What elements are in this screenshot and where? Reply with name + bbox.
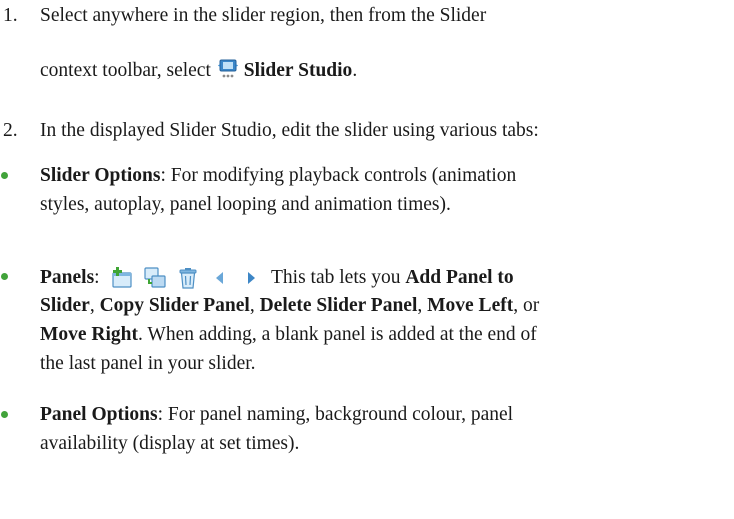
slider-studio-icon xyxy=(216,57,240,81)
tab-description-line-2: availability (display at set times). xyxy=(40,433,300,454)
punctuation: . xyxy=(352,60,358,81)
add-panel-icon xyxy=(110,266,134,296)
punctuation: : xyxy=(94,267,100,288)
punctuation: , xyxy=(249,295,255,316)
punctuation: , or xyxy=(513,295,540,316)
tab-description: This tab lets you xyxy=(271,267,401,288)
bullet xyxy=(1,172,8,179)
action-add-panel: Add Panel to xyxy=(405,267,514,288)
action-move-right: Move Right xyxy=(40,324,139,345)
bullet xyxy=(1,411,8,418)
step-text: In the displayed Slider Studio, edit the… xyxy=(40,120,539,141)
action-delete-panel: Delete Slider Panel xyxy=(259,295,418,316)
bullet-line-1: Panels: This tab lets you Add Panel to xyxy=(40,266,514,289)
tab-description: . When adding, a blank panel is added at… xyxy=(138,324,537,345)
step-number: 1. xyxy=(3,5,18,26)
tab-title: Slider Options xyxy=(40,165,161,186)
punctuation: , xyxy=(89,295,95,316)
tab-description-line-2: styles, autoplay, panel looping and anim… xyxy=(40,194,451,215)
panel-toolbar xyxy=(110,266,262,296)
tab-title: Panels xyxy=(40,267,95,288)
step-text: Select anywhere in the slider region, th… xyxy=(40,5,487,26)
move-right-icon xyxy=(240,266,262,296)
help-document: 1. Select anywhere in the slider region,… xyxy=(0,0,734,519)
tab-description: : For panel naming, background colour, p… xyxy=(157,404,514,425)
punctuation: , xyxy=(417,295,423,316)
step-text: context toolbar, select xyxy=(40,60,211,81)
move-left-icon xyxy=(209,266,231,296)
delete-panel-icon xyxy=(176,266,200,296)
copy-panel-icon xyxy=(143,266,167,296)
action-copy-panel: Copy Slider Panel xyxy=(99,295,250,316)
step-text-line-2: context toolbar, select Slider Studio. xyxy=(40,57,358,81)
action-add-panel-cont: Slider xyxy=(40,295,90,316)
bullet xyxy=(1,273,8,280)
bullet-line-1: Slider Options: For modifying playback c… xyxy=(40,165,516,187)
bullet-line-3: Move Right. When adding, a blank panel i… xyxy=(40,324,537,346)
tab-description: : For modifying playback controls (anima… xyxy=(160,165,517,186)
slider-studio-label: Slider Studio xyxy=(243,60,353,81)
tab-description-line-4: the last panel in your slider. xyxy=(40,353,256,374)
action-move-left: Move Left xyxy=(427,295,514,316)
bullet-line-2: Slider, Copy Slider Panel, Delete Slider… xyxy=(40,295,539,317)
bullet-line-1: Panel Options: For panel naming, backgro… xyxy=(40,404,513,426)
tab-title: Panel Options xyxy=(40,404,158,425)
step-number: 2. xyxy=(3,120,18,141)
